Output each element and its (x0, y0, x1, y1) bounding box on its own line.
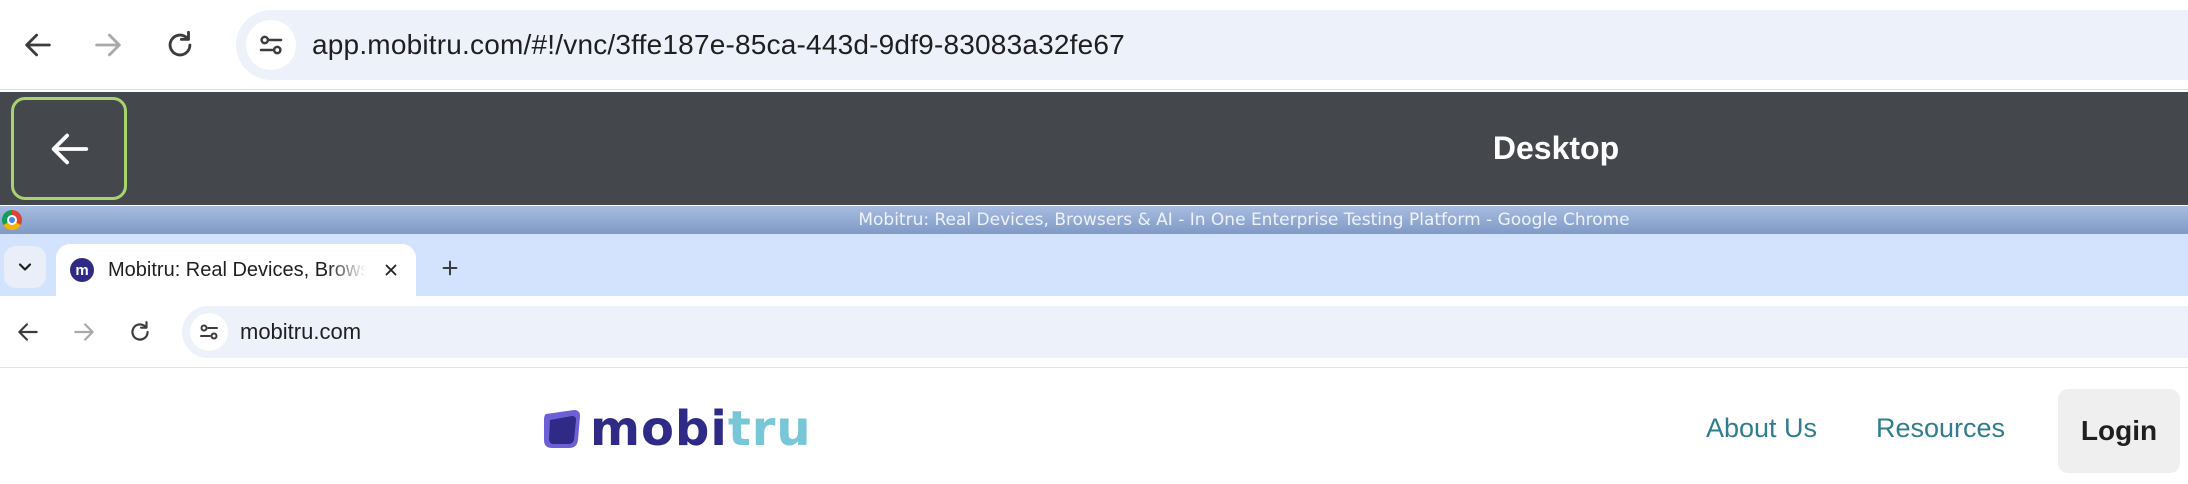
tune-icon (200, 324, 218, 340)
remote-forward-button[interactable] (64, 312, 104, 352)
vnc-header: Desktop (0, 92, 2188, 205)
remote-toolbar: mobitru.com (0, 296, 2188, 368)
remote-window-title: Mobitru: Real Devices, Browsers & AI - I… (858, 210, 1630, 230)
close-tab-button[interactable] (378, 257, 404, 283)
site-info-button[interactable] (246, 20, 296, 70)
nav-resources-link[interactable]: Resources (1876, 413, 2005, 444)
remote-address-bar[interactable]: mobitru.com (182, 306, 2188, 358)
remote-reload-button[interactable] (120, 312, 160, 352)
logo-text-dark: mobi (590, 401, 728, 457)
reload-icon (168, 30, 192, 57)
nav-about-us-link[interactable]: About Us (1706, 413, 1817, 444)
arrow-left-icon (51, 133, 89, 164)
remote-url-text[interactable]: mobitru.com (240, 319, 361, 345)
tab-search-button[interactable] (4, 246, 46, 288)
arrow-right-icon (74, 323, 94, 341)
remote-tab-strip: m Mobitru: Real Devices, Browsers & AI -… (0, 234, 2188, 296)
vnc-back-button[interactable] (11, 97, 127, 200)
tune-icon (259, 35, 283, 55)
mobitru-favicon-icon: m (70, 258, 94, 282)
remote-back-button[interactable] (8, 312, 48, 352)
url-text[interactable]: app.mobitru.com/#!/vnc/3ffe187e-85ca-443… (312, 29, 1125, 61)
reload-button[interactable] (152, 17, 208, 73)
arrow-left-icon (18, 323, 38, 341)
logo-text-light: tru (727, 401, 812, 457)
forward-button[interactable] (80, 17, 136, 73)
arrow-right-icon (95, 33, 121, 57)
arrow-left-icon (25, 33, 51, 57)
mobitru-logo-mark-icon (544, 410, 580, 448)
new-tab-button[interactable] (432, 250, 468, 286)
plus-icon (442, 260, 458, 276)
chevron-down-icon (18, 263, 32, 271)
tab-title: Mobitru: Real Devices, Browsers & AI - I… (108, 258, 366, 281)
vnc-title: Desktop (1492, 130, 1620, 166)
login-button[interactable]: Login (2058, 389, 2180, 473)
reload-icon (131, 321, 149, 341)
logo-wordmark: mobitru (590, 405, 812, 453)
tab-mobitru[interactable]: m Mobitru: Real Devices, Browsers & AI -… (56, 244, 416, 296)
mobitru-page: mobitru About Us Resources Login (0, 369, 2188, 484)
remote-window-titlebar[interactable]: Mobitru: Real Devices, Browsers & AI - I… (0, 206, 2188, 234)
outer-browser-toolbar: app.mobitru.com/#!/vnc/3ffe187e-85ca-443… (0, 0, 2188, 90)
remote-site-info-button[interactable] (190, 313, 228, 351)
mobitru-logo[interactable]: mobitru (540, 405, 812, 453)
back-button[interactable] (10, 17, 66, 73)
close-icon (385, 264, 397, 276)
address-bar[interactable]: app.mobitru.com/#!/vnc/3ffe187e-85ca-443… (236, 10, 2188, 80)
